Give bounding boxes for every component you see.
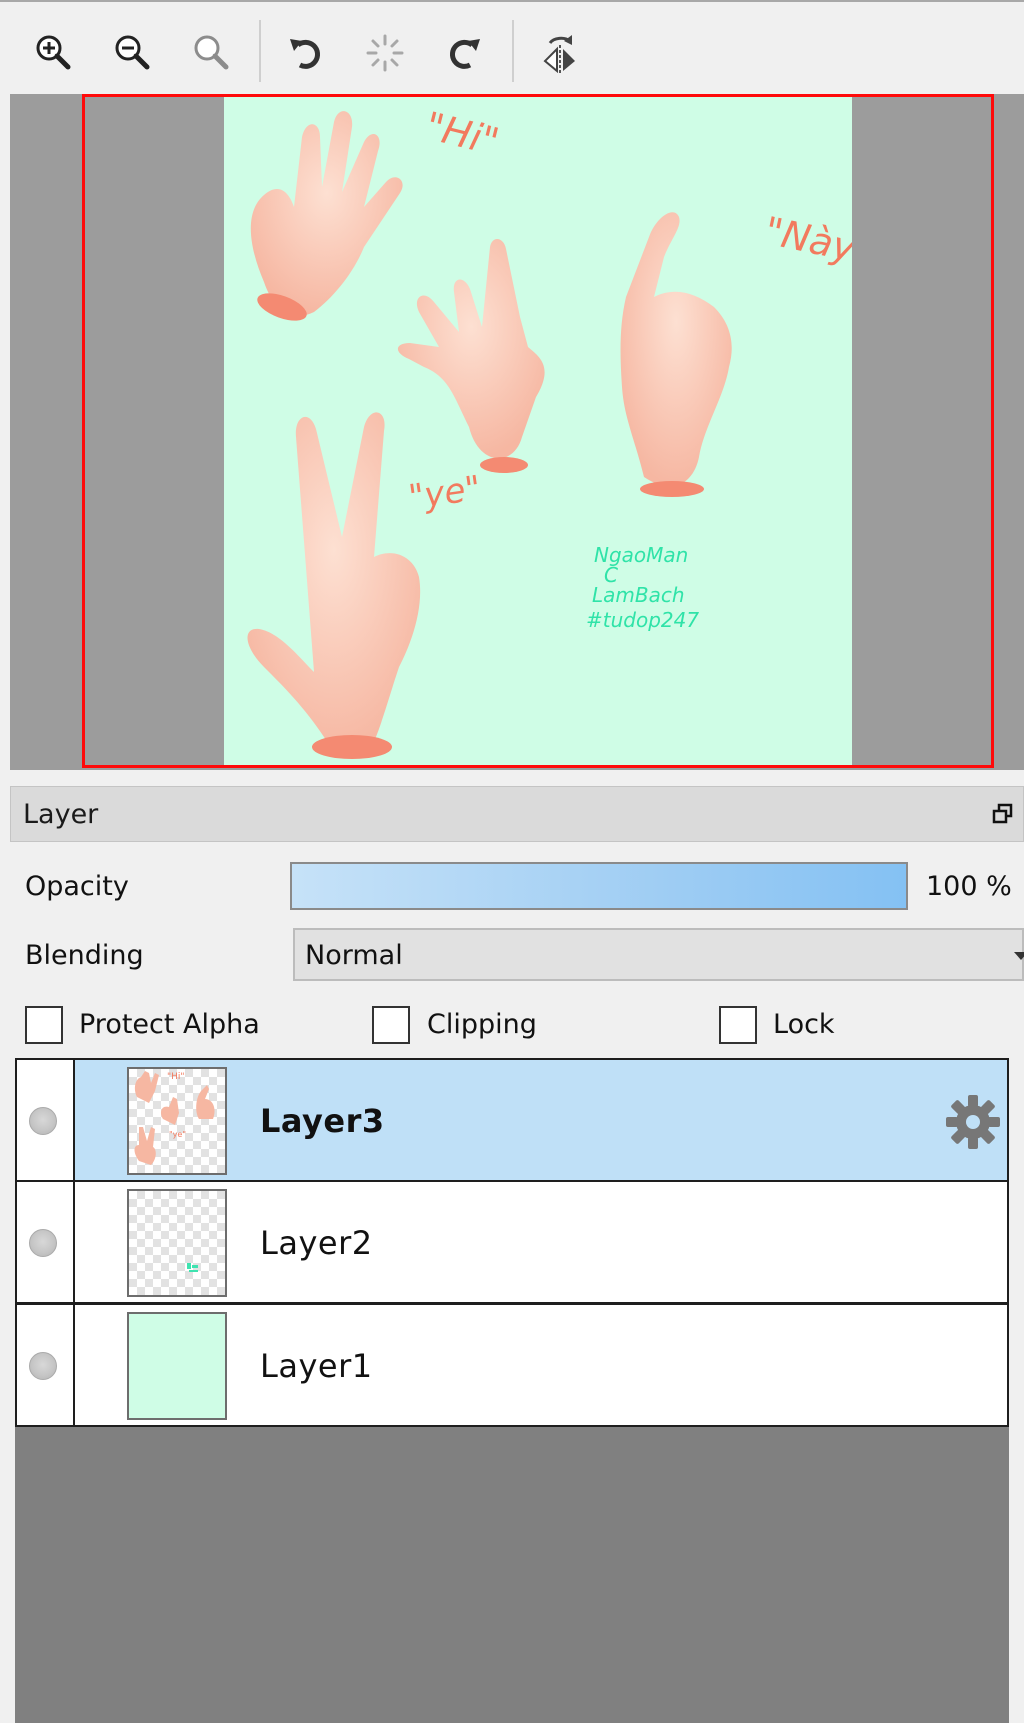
toolbar-separator	[259, 20, 261, 82]
protect-alpha-label[interactable]: Protect Alpha	[79, 1009, 260, 1040]
svg-text:"Hi": "Hi"	[167, 1072, 185, 1082]
clipping-label[interactable]: Clipping	[427, 1009, 537, 1040]
opacity-slider[interactable]	[290, 862, 908, 910]
rotate-reset-button[interactable]	[352, 16, 418, 90]
toolbar-separator	[512, 20, 514, 82]
panel-title: Layer	[23, 799, 99, 830]
flip-horizontal-icon	[543, 35, 575, 74]
flip-horizontal-button[interactable]	[527, 16, 593, 90]
undock-icon[interactable]	[991, 802, 1015, 826]
visibility-toggle-icon[interactable]	[29, 1107, 57, 1135]
thumbnail-art: "Hi" "ye"	[134, 1071, 215, 1165]
dropdown-arrow-icon	[1014, 952, 1024, 960]
layer-panel-header: Layer	[10, 786, 1024, 842]
layer-row-layer2[interactable]: Layer2	[15, 1180, 1009, 1304]
signature-line: LamBach	[592, 583, 685, 607]
zoom-out-icon	[115, 35, 150, 70]
visibility-cell[interactable]	[17, 1060, 75, 1180]
visibility-cell[interactable]	[17, 1182, 75, 1302]
lock-checkbox[interactable]	[719, 1006, 757, 1044]
opacity-label: Opacity	[25, 871, 129, 902]
layer-list[interactable]: "Hi" "ye" Layer3 Layer2 Layer1	[15, 1058, 1009, 1723]
rotate-right-icon	[450, 39, 480, 69]
rotate-right-button[interactable]	[431, 16, 497, 90]
layer-name: Layer1	[260, 1347, 373, 1385]
visibility-toggle-icon[interactable]	[29, 1229, 57, 1257]
hand-drawing	[250, 111, 403, 321]
zoom-in-icon	[36, 35, 71, 70]
lock-label[interactable]: Lock	[773, 1009, 835, 1040]
layer-name: Layer2	[260, 1224, 373, 1262]
zoom-out-button[interactable]	[99, 16, 165, 90]
layer-settings-gear-icon[interactable]	[943, 1092, 1003, 1152]
thumbnail-art	[187, 1263, 198, 1272]
zoom-reset-icon	[194, 35, 229, 70]
clipping-checkbox[interactable]	[372, 1006, 410, 1044]
protect-alpha-checkbox[interactable]	[25, 1006, 63, 1044]
blending-label: Blending	[25, 940, 144, 971]
signature-line: #tudop247	[586, 608, 699, 632]
layer-thumbnail	[127, 1189, 227, 1297]
svg-text:"ye": "ye"	[169, 1130, 186, 1139]
artwork-text-nay: "Này"	[760, 208, 852, 274]
zoom-in-button[interactable]	[20, 16, 86, 90]
blending-dropdown[interactable]: Normal	[293, 928, 1024, 981]
visibility-toggle-icon[interactable]	[29, 1352, 57, 1380]
hand-drawing	[247, 412, 421, 759]
zoom-reset-button[interactable]	[178, 16, 244, 90]
rotate-reset-icon	[366, 34, 404, 72]
opacity-value: 100 %	[926, 871, 1012, 902]
visibility-cell[interactable]	[17, 1305, 75, 1425]
layer-row-layer1[interactable]: Layer1	[15, 1303, 1009, 1427]
artwork-preview: "Hi" "Này" "ye" NgaoMan C LamBach #tudop…	[247, 104, 852, 759]
rotate-left-icon	[290, 39, 320, 69]
navigator-toolbar	[0, 2, 1024, 92]
hand-drawing	[397, 238, 545, 473]
rotate-left-button[interactable]	[273, 16, 339, 90]
layer-thumbnail	[127, 1312, 227, 1420]
artwork-text-ye: "ye"	[406, 468, 483, 518]
navigator-preview[interactable]: "Hi" "Này" "ye" NgaoMan C LamBach #tudop…	[10, 94, 1024, 770]
hand-drawing	[620, 212, 732, 497]
artwork-text-hi: "Hi"	[421, 104, 504, 165]
artist-signature: NgaoMan C LamBach #tudop247	[586, 543, 699, 632]
blending-value: Normal	[305, 940, 403, 971]
layer-row-layer3[interactable]: "Hi" "ye" Layer3	[15, 1058, 1009, 1182]
layer-name: Layer3	[260, 1102, 385, 1140]
canvas-preview: "Hi" "Này" "ye" NgaoMan C LamBach #tudop…	[224, 97, 852, 765]
layer-thumbnail: "Hi" "ye"	[127, 1067, 227, 1175]
